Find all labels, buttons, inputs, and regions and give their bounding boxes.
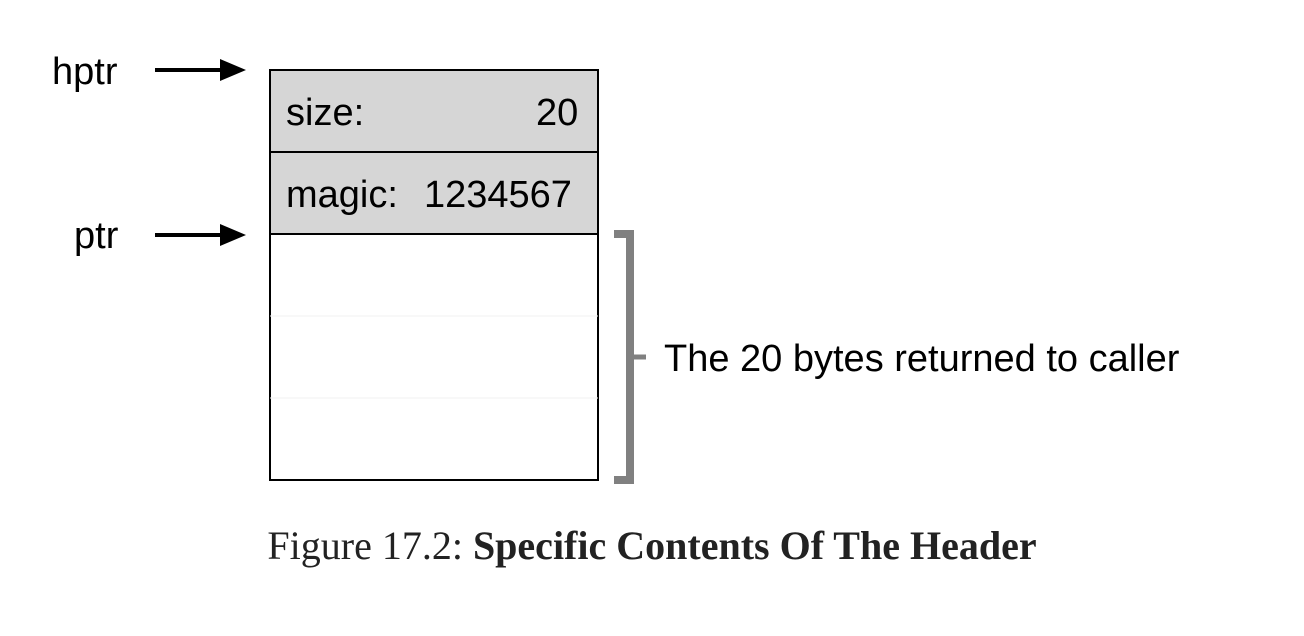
hptr-label: hptr — [52, 51, 118, 93]
ptr-arrow — [155, 224, 246, 246]
payload-region — [269, 233, 599, 481]
figure-caption: Figure 17.2: Specific Contents Of The He… — [0, 522, 1304, 569]
bytes-bracket — [614, 230, 646, 484]
hptr-arrow — [155, 59, 246, 81]
size-label: size: — [286, 92, 365, 134]
caption-title: Specific Contents Of The Header — [472, 523, 1037, 568]
bracket-label: The 20 bytes returned to caller — [664, 338, 1180, 380]
size-value: 20 — [536, 92, 579, 134]
caption-prefix: Figure 17.2: — [267, 523, 463, 568]
magic-label: magic: — [286, 174, 398, 216]
magic-value: 1234567 — [424, 174, 572, 216]
ptr-label: ptr — [74, 215, 119, 257]
